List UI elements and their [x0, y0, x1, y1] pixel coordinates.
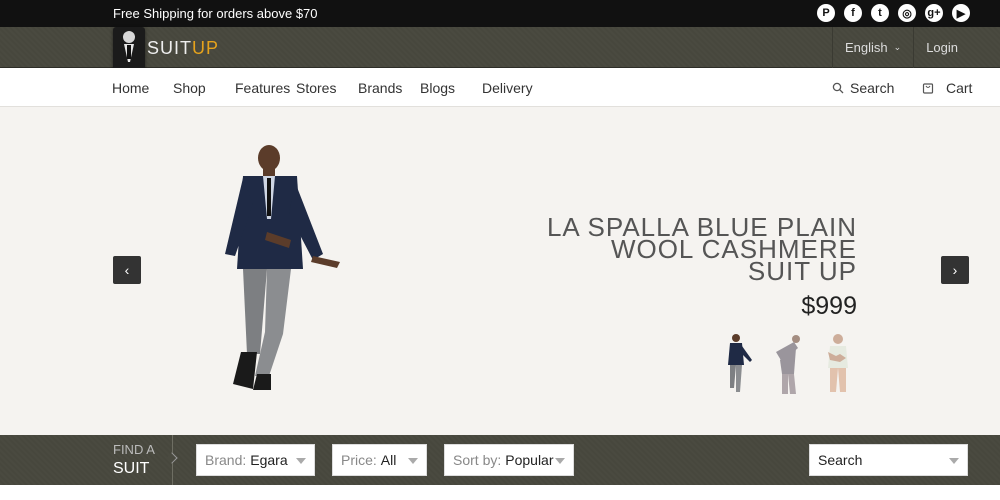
pinterest-icon[interactable]: P — [817, 4, 835, 22]
nav-item-blogs[interactable]: Blogs — [420, 80, 455, 96]
instagram-icon[interactable]: ◎ — [898, 4, 916, 22]
social-links: P f t ◎ g+ ▶ — [817, 4, 970, 22]
model-image — [225, 145, 340, 390]
nav-item-stores[interactable]: Stores — [296, 80, 336, 96]
logo-icon[interactable] — [113, 27, 145, 72]
nav-item-shop[interactable]: Shop — [173, 80, 206, 96]
find-label-suit: SUIT — [113, 460, 150, 477]
chevron-down-icon: ⌄ — [893, 42, 902, 52]
next-slide-button[interactable]: › — [941, 256, 969, 284]
youtube-icon[interactable]: ▶ — [952, 4, 970, 22]
nav-item-brands[interactable]: Brands — [358, 80, 402, 96]
nav-item-features[interactable]: Features — [235, 80, 290, 96]
dropdown-arrow-icon — [408, 458, 418, 464]
twitter-icon[interactable]: t — [871, 4, 889, 22]
product-price: $999 — [801, 292, 857, 320]
sort-select[interactable]: Sort by: Popular — [444, 444, 574, 476]
search-link[interactable]: Search — [832, 80, 894, 96]
chevron-right-icon — [166, 452, 178, 464]
nav-item-home[interactable]: Home — [112, 80, 149, 96]
header-actions: English ⌄ Login — [832, 27, 970, 68]
nav-item-delivery[interactable]: Delivery — [482, 80, 533, 96]
top-bar: Free Shipping for orders above $70 P f t… — [0, 0, 1000, 27]
find-label: FIND A — [113, 442, 155, 457]
thumbnail-3[interactable] — [820, 332, 856, 396]
product-title: LA SPALLA BLUE PLAIN WOOL CASHMERE SUIT … — [546, 212, 857, 286]
dropdown-arrow-icon — [555, 458, 565, 464]
main-nav: Home Shop Features Stores Brands Blogs D… — [0, 68, 1000, 107]
brand-select[interactable]: Brand: Egara — [196, 444, 315, 476]
thumbnail-2[interactable] — [770, 332, 806, 396]
language-selector[interactable]: English ⌄ — [832, 27, 913, 68]
prev-slide-button[interactable]: ‹ — [113, 256, 141, 284]
price-select[interactable]: Price: All — [332, 444, 427, 476]
find-suit-bar: FIND A SUIT Brand: Egara Price: All Sort b… — [0, 435, 1000, 485]
google-plus-icon[interactable]: g+ — [925, 4, 943, 22]
login-link[interactable]: Login — [913, 27, 970, 68]
product-thumbnails — [720, 332, 856, 396]
thumbnail-1[interactable] — [720, 332, 756, 396]
page-bottom — [0, 485, 1000, 500]
dropdown-arrow-icon — [949, 458, 959, 464]
facebook-icon[interactable]: f — [844, 4, 862, 22]
cart-link[interactable]: Cart — [922, 80, 972, 96]
search-icon — [832, 82, 844, 94]
logo-text[interactable]: SUITUP — [147, 38, 219, 59]
shipping-notice: Free Shipping for orders above $70 — [113, 6, 318, 21]
hero-slider: ‹ › LA SPALLA BLUE PLAIN WOOL CASHMERE S… — [0, 108, 1000, 435]
cart-icon — [922, 83, 934, 94]
search-select[interactable]: Search — [809, 444, 968, 476]
dropdown-arrow-icon — [296, 458, 306, 464]
